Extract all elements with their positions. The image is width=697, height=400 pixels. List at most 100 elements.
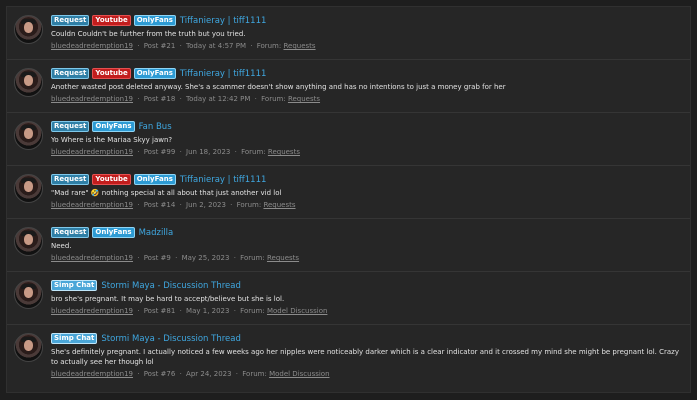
prefix-tag[interactable]: Youtube [92,68,131,79]
separator: · [230,201,233,209]
post-snippet[interactable]: bro she's pregnant. It may be hard to ac… [51,294,682,304]
separator: · [179,201,182,209]
forum-label: Forum: [240,254,265,262]
thread-title-link[interactable]: Tiffanieray | tiff1111 [180,16,267,26]
separator: · [137,307,140,315]
search-result-item: Simp Chat Stormi Maya - Discussion Thread… [7,325,690,391]
prefix-tag[interactable]: Simp Chat [51,280,98,291]
prefix-tag[interactable]: OnlyFans [133,15,176,26]
separator: · [179,42,182,50]
forum-label: Forum: [242,370,267,378]
post-snippet[interactable]: Another wasted post deleted anyway. She'… [51,82,682,92]
forum-label: Forum: [236,201,262,209]
avatar[interactable] [14,333,43,362]
prefix-tag[interactable]: OnlyFans [133,174,176,185]
post-number: Post #9 [143,254,171,262]
separator: · [234,148,237,156]
forum-label: Forum: [261,95,286,103]
post-date: May 25, 2023 [181,254,230,262]
post-date: Apr 24, 2023 [186,370,232,378]
post-number: Post #21 [143,42,176,50]
post-number: Post #18 [143,95,176,103]
prefix-tag[interactable]: Request [51,227,90,238]
separator: · [137,95,140,103]
avatar[interactable] [14,227,43,256]
forum-label: Forum: [240,307,265,315]
search-result-item: Request Youtube OnlyFans Tiffanieray | tiff… [7,60,690,113]
separator: · [175,254,178,262]
avatar[interactable] [14,280,43,309]
post-number: Post #14 [143,201,176,209]
forum-link[interactable]: Model Discussion [267,307,327,315]
post-snippet[interactable]: Need. [51,241,682,251]
separator: · [179,95,182,103]
avatar[interactable] [14,15,43,44]
author-link[interactable]: bluedeadredemption19 [51,201,133,209]
post-number: Post #81 [143,307,176,315]
post-number: Post #99 [143,148,176,156]
separator: · [254,95,257,103]
avatar[interactable] [14,121,43,150]
forum-link[interactable]: Requests [283,42,315,50]
prefix-tag[interactable]: OnlyFans [133,68,176,79]
prefix-tag[interactable]: Request [51,121,90,132]
separator: · [137,254,140,262]
post-date: May 1, 2023 [186,307,230,315]
separator: · [137,148,140,156]
author-link[interactable]: bluedeadredemption19 [51,254,133,262]
thread-title-link[interactable]: Tiffanieray | tiff1111 [180,69,267,79]
search-result-item: Request OnlyFans Madzilla Need. bluedeadre… [7,219,690,272]
avatar[interactable] [14,174,43,203]
thread-title-link[interactable]: Stormi Maya - Discussion Thread [101,334,241,344]
author-link[interactable]: bluedeadredemption19 [51,95,133,103]
prefix-tag[interactable]: OnlyFans [92,121,135,132]
prefix-tag[interactable]: Request [51,174,90,185]
post-date: Today at 4:57 PM [186,42,246,50]
separator: · [250,42,253,50]
separator: · [233,307,236,315]
post-snippet[interactable]: "Mad rare" 🤣 nothing special at all abou… [51,188,682,198]
thread-title-link[interactable]: Fan Bus [139,122,172,132]
forum-label: Forum: [256,42,282,50]
forum-link[interactable]: Requests [288,95,320,103]
post-number: Post #76 [143,370,176,378]
post-date: Jun 2, 2023 [186,201,226,209]
thread-title-link[interactable]: Stormi Maya - Discussion Thread [101,281,241,291]
thread-title-link[interactable]: Madzilla [139,228,174,238]
post-date: Today at 12:42 PM [186,95,251,103]
search-results-panel: Request Youtube OnlyFans Tiffanieray | tiff… [6,6,691,393]
post-date: Jun 18, 2023 [186,148,231,156]
forum-link[interactable]: Requests [267,254,299,262]
separator: · [137,201,140,209]
author-link[interactable]: bluedeadredemption19 [51,148,133,156]
separator: · [137,42,140,50]
forum-label: Forum: [241,148,266,156]
forum-link[interactable]: Requests [268,148,300,156]
post-snippet[interactable]: Couldn Couldn't be further from the trut… [51,29,682,39]
search-result-item: Request Youtube OnlyFans Tiffanieray | tiff… [7,7,690,60]
separator: · [179,148,182,156]
author-link[interactable]: bluedeadredemption19 [51,42,133,50]
post-snippet[interactable]: She's definitely pregnant. I actually no… [51,347,682,367]
prefix-tag[interactable]: Request [51,68,90,79]
prefix-tag[interactable]: Request [51,15,90,26]
prefix-tag[interactable]: Simp Chat [51,333,98,344]
thread-title-link[interactable]: Tiffanieray | tiff1111 [180,175,267,185]
prefix-tag[interactable]: Youtube [92,15,131,26]
separator: · [235,370,239,378]
search-result-item: Simp Chat Stormi Maya - Discussion Thread… [7,272,690,325]
separator: · [233,254,236,262]
forum-link[interactable]: Model Discussion [269,370,329,378]
author-link[interactable]: bluedeadredemption19 [51,370,133,378]
separator: · [179,370,182,378]
search-result-item: Request OnlyFans Fan Bus Yo Where is the M… [7,113,690,166]
forum-link[interactable]: Requests [263,201,295,209]
search-result-item: Request Youtube OnlyFans Tiffanieray | tiff… [7,166,690,219]
prefix-tag[interactable]: Youtube [92,174,131,185]
prefix-tag[interactable]: OnlyFans [92,227,135,238]
avatar[interactable] [14,68,43,97]
post-snippet[interactable]: Yo Where is the Mariaa Skyy jawn? [51,135,682,145]
separator: · [137,370,140,378]
author-link[interactable]: bluedeadredemption19 [51,307,133,315]
separator: · [179,307,182,315]
